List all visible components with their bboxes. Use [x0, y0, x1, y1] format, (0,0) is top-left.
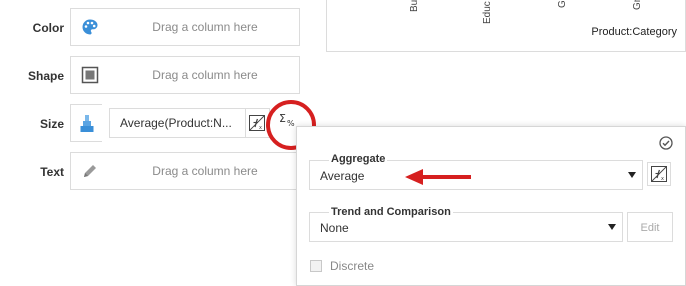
shape-drop-hint: Drag a column here — [152, 68, 258, 82]
trend-value: None — [320, 221, 349, 235]
caret-down-icon — [628, 172, 636, 178]
aggregate-popup: Average Aggregate x None Trend and Compa… — [296, 126, 686, 286]
formula-icon[interactable]: x — [651, 166, 667, 185]
apply-check-icon[interactable] — [659, 136, 673, 153]
aggregate-label: Aggregate — [329, 153, 388, 165]
discrete-checkbox[interactable] — [310, 260, 322, 272]
aggregate-value: Average — [320, 169, 365, 183]
pencil-icon[interactable] — [81, 162, 99, 180]
palette-icon[interactable] — [81, 18, 99, 36]
shape-drop-zone[interactable]: Drag a column here — [70, 56, 300, 94]
binding-panel: Color Drag a column here Shape Drag a co… — [0, 0, 316, 286]
x-tick-label: G — [557, 0, 568, 8]
x-tick-label: Gr — [632, 0, 643, 10]
color-drop-hint: Drag a column here — [152, 20, 258, 34]
aggregate-formula-button[interactable]: x — [647, 162, 671, 186]
size-label: Size — [39, 117, 64, 131]
x-tick-label: Educ — [482, 1, 493, 24]
color-label: Color — [32, 21, 64, 35]
trend-label: Trend and Comparison — [329, 206, 453, 218]
arrow-left-icon — [403, 167, 473, 190]
caret-down-icon — [608, 224, 616, 230]
x-axis-title: Product:Category — [591, 26, 677, 38]
x-tick-label: Bu — [409, 0, 420, 12]
size-column-field[interactable]: Average(Product:N... — [109, 108, 246, 138]
size-icon[interactable] — [80, 114, 94, 137]
shape-square-icon[interactable] — [81, 66, 99, 84]
discrete-label: Discrete — [330, 259, 375, 273]
text-drop-hint: Drag a column here — [152, 164, 258, 178]
trend-edit-button[interactable]: Edit — [627, 212, 673, 242]
color-drop-zone[interactable]: Drag a column here — [70, 8, 300, 46]
formula-icon[interactable]: x — [249, 115, 265, 134]
svg-text:x: x — [661, 176, 664, 182]
shape-label: Shape — [27, 69, 64, 83]
size-icon-box[interactable] — [70, 104, 102, 142]
svg-text:x: x — [259, 125, 262, 131]
text-label: Text — [40, 165, 64, 179]
text-drop-zone[interactable]: Drag a column here — [70, 152, 300, 190]
chart-area: Bu Educ G Gr Product:Category — [326, 0, 686, 52]
